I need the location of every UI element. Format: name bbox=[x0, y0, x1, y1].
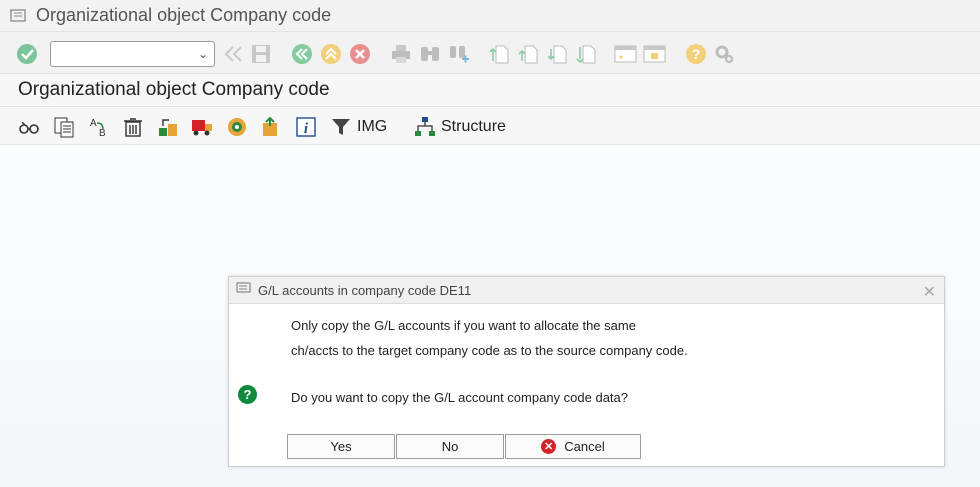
filter-funnel-icon[interactable] bbox=[330, 116, 352, 138]
page-title: Organizational object Company code bbox=[18, 79, 330, 100]
delete-trash-icon[interactable] bbox=[122, 116, 144, 138]
yes-button[interactable]: Yes bbox=[287, 434, 395, 459]
dialog-message-line-2: ch/accts to the target company code as t… bbox=[291, 343, 688, 358]
clipboard-transfer-icon[interactable] bbox=[260, 116, 282, 138]
window-titlebar: Organizational object Company code bbox=[0, 0, 980, 32]
structure-icon[interactable] bbox=[414, 116, 436, 138]
enter-icon[interactable] bbox=[15, 42, 39, 66]
copy-icon[interactable] bbox=[53, 116, 75, 138]
back-icon[interactable] bbox=[290, 42, 314, 66]
yes-button-label: Yes bbox=[330, 439, 352, 454]
svg-text:B: B bbox=[99, 128, 106, 138]
print-icon[interactable] bbox=[389, 42, 413, 66]
page-header: Organizational object Company code bbox=[0, 74, 980, 107]
svg-text:A: A bbox=[90, 118, 97, 129]
dialog-message-line-1: Only copy the G/L accounts if you want t… bbox=[291, 318, 636, 333]
help-icon[interactable]: ? bbox=[684, 42, 708, 66]
new-session-icon[interactable] bbox=[614, 42, 638, 66]
cancel-icon[interactable] bbox=[348, 42, 372, 66]
check-consistency-icon[interactable] bbox=[226, 116, 248, 138]
cancel-button-label: Cancel bbox=[564, 439, 605, 454]
transport-truck-icon[interactable] bbox=[191, 116, 213, 138]
dialog-title: G/L accounts in company code DE11 bbox=[258, 282, 472, 298]
img-button[interactable]: IMG bbox=[357, 116, 387, 138]
find-next-icon[interactable] bbox=[447, 42, 471, 66]
menu-icon[interactable] bbox=[10, 8, 28, 23]
next-page-icon[interactable] bbox=[546, 42, 570, 66]
shortcut-icon[interactable] bbox=[643, 42, 667, 66]
no-button-label: No bbox=[441, 439, 459, 454]
command-field[interactable]: ⌄ bbox=[50, 41, 215, 67]
close-icon[interactable]: ✕ bbox=[923, 282, 936, 302]
gl-accounts-dialog: G/L accounts in company code DE11 ✕ Only… bbox=[228, 276, 945, 467]
first-page-icon[interactable] bbox=[488, 42, 512, 66]
no-button[interactable]: No bbox=[396, 434, 504, 459]
cancel-button[interactable]: ✕ Cancel bbox=[505, 434, 641, 459]
display-glasses-icon[interactable] bbox=[18, 116, 40, 138]
menu-icon[interactable] bbox=[236, 281, 252, 299]
gear-icon[interactable] bbox=[712, 42, 736, 66]
svg-text:?: ? bbox=[692, 46, 701, 62]
transport-icon[interactable] bbox=[157, 116, 179, 138]
cancel-icon: ✕ bbox=[541, 439, 557, 454]
rename-ab-icon[interactable]: AB bbox=[88, 116, 110, 138]
application-toolbar: AB i IMG Structure bbox=[0, 107, 980, 145]
system-toolbar: ⌄ ? bbox=[0, 32, 980, 74]
question-icon: ? bbox=[238, 385, 257, 404]
save-icon[interactable] bbox=[249, 42, 273, 66]
dialog-titlebar: G/L accounts in company code DE11 ✕ bbox=[229, 277, 944, 304]
find-icon[interactable] bbox=[418, 42, 442, 66]
last-page-icon[interactable] bbox=[575, 42, 599, 66]
dialog-question: Do you want to copy the G/L account comp… bbox=[291, 390, 629, 405]
exit-icon[interactable] bbox=[319, 42, 343, 66]
previous-page-icon[interactable] bbox=[517, 42, 541, 66]
chevron-down-icon[interactable]: ⌄ bbox=[198, 47, 208, 61]
info-icon[interactable]: i bbox=[295, 116, 317, 138]
window-title: Organizational object Company code bbox=[36, 5, 332, 25]
double-chevron-left-icon[interactable] bbox=[222, 42, 246, 66]
structure-button[interactable]: Structure bbox=[441, 116, 506, 138]
